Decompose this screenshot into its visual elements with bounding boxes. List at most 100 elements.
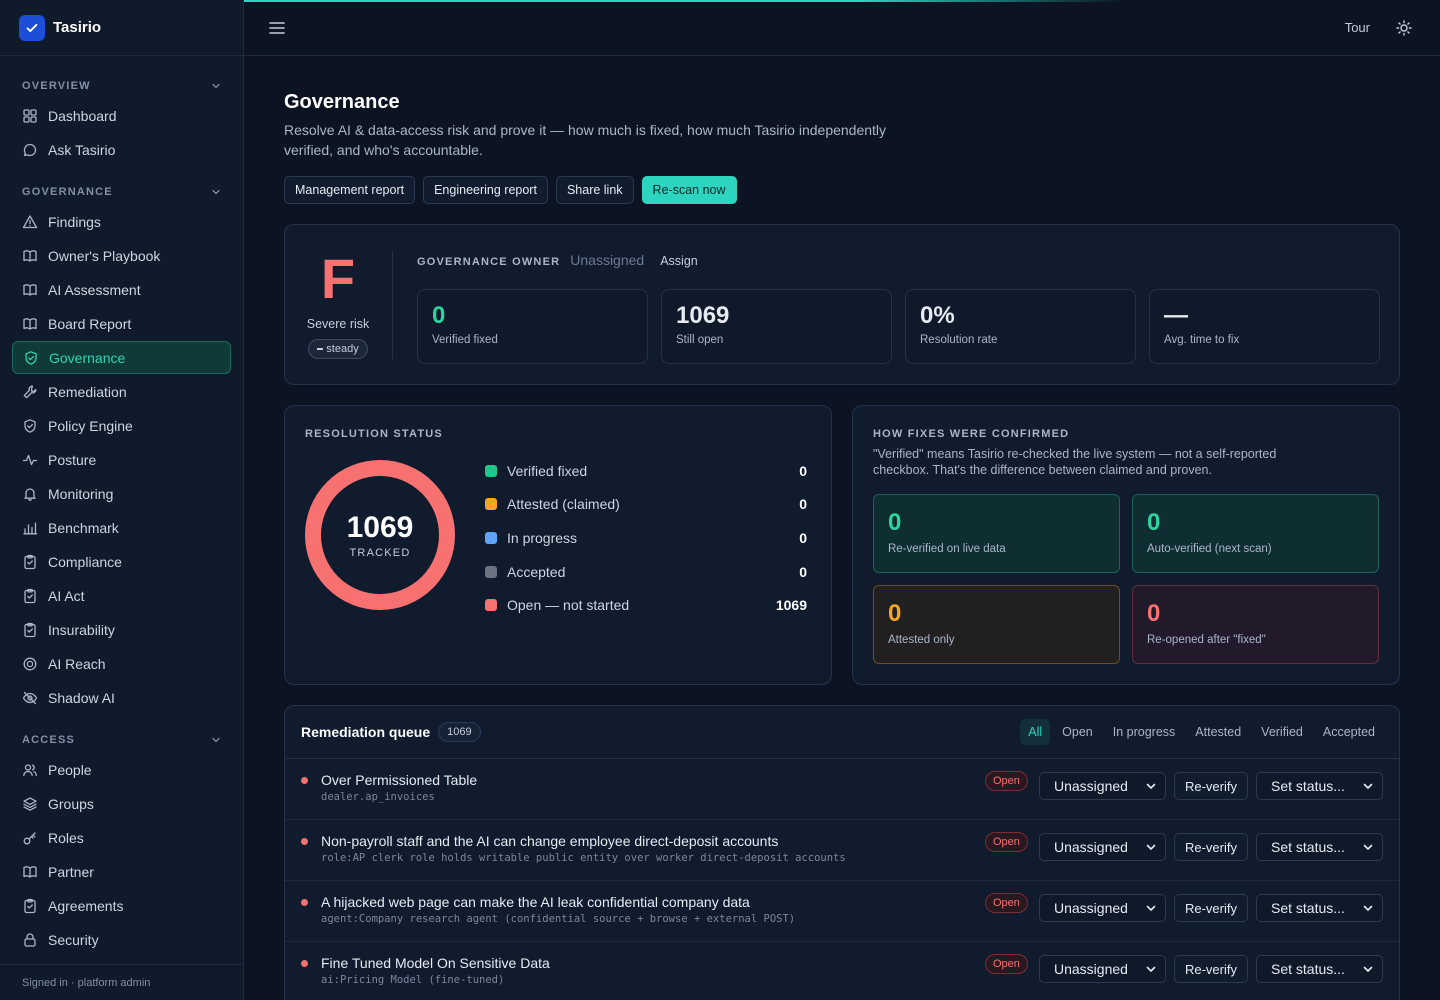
assign-owner-button[interactable]: Assign xyxy=(660,254,698,268)
sidebar-item-insurability[interactable]: Insurability xyxy=(12,613,231,646)
sidebar-item-compliance[interactable]: Compliance xyxy=(12,545,231,578)
finding-title[interactable]: A hijacked web page can make the AI leak… xyxy=(321,894,795,910)
sidebar-item-owner-s-playbook[interactable]: Owner's Playbook xyxy=(12,239,231,272)
governance-owner: GOVERNANCE OWNER Unassigned Assign xyxy=(417,252,698,268)
set-status-value: Set status... xyxy=(1271,778,1345,794)
sidebar-item-board-report[interactable]: Board Report xyxy=(12,307,231,340)
tile-value: 0 xyxy=(1147,509,1161,536)
nav-section-header[interactable]: OVERVIEW xyxy=(0,74,243,98)
reverify-button[interactable]: Re-verify xyxy=(1173,894,1248,922)
trend-label: steady xyxy=(326,343,359,355)
sidebar-item-label: AI Reach xyxy=(48,655,106,672)
stat-value: 1069 xyxy=(676,302,730,329)
assignee-select[interactable]: Unassigned xyxy=(1038,833,1166,861)
menu-icon[interactable] xyxy=(268,19,286,37)
set-status-select[interactable]: Set status... xyxy=(1256,955,1383,983)
rescan-now-button[interactable]: Re-scan now xyxy=(641,176,737,204)
chevron-down-icon xyxy=(1146,905,1156,911)
stat-tiles: 0 Verified fixed 1069 Still open 0% Reso… xyxy=(417,289,1380,364)
main-content: Governance Resolve AI & data-access risk… xyxy=(284,56,1400,1000)
tile-label: Auto-verified (next scan) xyxy=(1147,543,1272,555)
assignee-select[interactable]: Unassigned xyxy=(1038,955,1166,983)
finding-text: Over Permissioned Table dealer.ap_invoice… xyxy=(321,772,477,803)
sidebar-item-findings[interactable]: Findings xyxy=(12,205,231,238)
reverify-button[interactable]: Re-verify xyxy=(1173,833,1248,861)
share-link-button[interactable]: Share link xyxy=(555,176,634,204)
sidebar-item-shadow-ai[interactable]: Shadow AI xyxy=(12,681,231,714)
bell-icon xyxy=(24,487,36,501)
sidebar-item-security[interactable]: Security xyxy=(12,923,231,956)
confirmation-tiles: 0 Re-verified on live data 0 Auto-verified … xyxy=(873,494,1379,664)
legend-row: Accepted 0 xyxy=(485,555,807,589)
queue-row[interactable]: Fine Tuned Model On Sensitive Data ai:Pri… xyxy=(285,942,1399,1000)
stat-value: — xyxy=(1164,302,1188,329)
sidebar-item-dashboard[interactable]: Dashboard xyxy=(12,99,231,132)
finding-title[interactable]: Non-payroll staff and the AI can change … xyxy=(321,833,846,849)
filter-in-progress[interactable]: In progress xyxy=(1105,719,1184,745)
sidebar-item-ask-tasirio[interactable]: Ask Tasirio xyxy=(12,133,231,166)
legend-value: 0 xyxy=(799,529,807,546)
finding-text: A hijacked web page can make the AI leak… xyxy=(321,894,795,925)
sidebar-item-roles[interactable]: Roles xyxy=(12,821,231,854)
row-controls: Unassigned Re-verify Set status... xyxy=(1038,833,1383,861)
sidebar-item-partner[interactable]: Partner xyxy=(12,855,231,888)
tile-value: 0 xyxy=(1147,600,1161,627)
sidebar-item-policy-engine[interactable]: Policy Engine xyxy=(12,409,231,442)
sun-icon[interactable] xyxy=(1396,19,1412,36)
filter-attested[interactable]: Attested xyxy=(1187,719,1249,745)
confirmation-tile: 0 Re-verified on live data xyxy=(873,494,1120,573)
stat-label: Verified fixed xyxy=(432,334,498,346)
filter-all[interactable]: All xyxy=(1020,719,1051,745)
queue-row[interactable]: A hijacked web page can make the AI leak… xyxy=(285,881,1399,942)
assignee-value: Unassigned xyxy=(1053,900,1128,916)
sidebar-item-ai-act[interactable]: AI Act xyxy=(12,579,231,612)
set-status-select[interactable]: Set status... xyxy=(1256,894,1383,922)
set-status-value: Set status... xyxy=(1271,900,1345,916)
sidebar-item-monitoring[interactable]: Monitoring xyxy=(12,477,231,510)
severity-dot xyxy=(301,777,308,784)
book-icon xyxy=(23,865,37,878)
queue-row[interactable]: Over Permissioned Table dealer.ap_invoice… xyxy=(285,759,1399,820)
sidebar-item-ai-assessment[interactable]: AI Assessment xyxy=(12,273,231,306)
sidebar-item-groups[interactable]: Groups xyxy=(12,787,231,820)
sidebar-item-remediation[interactable]: Remediation xyxy=(12,375,231,408)
sidebar-item-label: Posture xyxy=(48,451,97,468)
legend-swatch xyxy=(485,531,497,544)
sidebar-item-benchmark[interactable]: Benchmark xyxy=(12,511,231,544)
set-status-select[interactable]: Set status... xyxy=(1256,833,1383,861)
queue-row[interactable]: Non-payroll staff and the AI can change … xyxy=(285,820,1399,881)
set-status-select[interactable]: Set status... xyxy=(1256,772,1383,800)
chevron-down-icon[interactable] xyxy=(211,81,221,91)
finding-title[interactable]: Over Permissioned Table xyxy=(321,772,477,788)
status-badge: Open xyxy=(985,771,1028,791)
bar-chart-icon xyxy=(23,521,38,534)
management-report-button[interactable]: Management report xyxy=(284,176,416,204)
severity-dot xyxy=(301,838,308,845)
reverify-button[interactable]: Re-verify xyxy=(1173,955,1248,983)
sidebar-item-ai-reach[interactable]: AI Reach xyxy=(12,647,231,680)
brand[interactable]: Tasirio xyxy=(0,0,243,56)
sidebar-item-label: Insurability xyxy=(48,621,115,638)
finding-title[interactable]: Fine Tuned Model On Sensitive Data xyxy=(321,955,550,971)
assignee-select[interactable]: Unassigned xyxy=(1038,772,1166,800)
queue-count-badge: 1069 xyxy=(438,722,481,742)
filter-accepted[interactable]: Accepted xyxy=(1315,719,1383,745)
reverify-button[interactable]: Re-verify xyxy=(1173,772,1248,800)
sidebar-item-label: Findings xyxy=(48,213,101,230)
filter-open[interactable]: Open xyxy=(1054,719,1101,745)
sidebar-item-posture[interactable]: Posture xyxy=(12,443,231,476)
nav-section-header[interactable]: ACCESS xyxy=(0,728,243,752)
nav-section-header[interactable]: GOVERNANCE xyxy=(0,180,243,204)
legend-swatch xyxy=(485,599,497,612)
assignee-select[interactable]: Unassigned xyxy=(1038,894,1166,922)
tour-button[interactable]: Tour xyxy=(1345,20,1370,35)
clipboard-icon xyxy=(24,622,36,637)
sidebar-item-people[interactable]: People xyxy=(12,753,231,786)
chevron-down-icon[interactable] xyxy=(211,735,221,745)
engineering-report-button[interactable]: Engineering report xyxy=(423,176,548,204)
sidebar-item-governance[interactable]: Governance xyxy=(12,341,231,374)
filter-verified[interactable]: Verified xyxy=(1253,719,1311,745)
owner-value: Unassigned xyxy=(570,252,645,268)
sidebar-item-agreements[interactable]: Agreements xyxy=(12,889,231,922)
chevron-down-icon[interactable] xyxy=(211,187,221,197)
